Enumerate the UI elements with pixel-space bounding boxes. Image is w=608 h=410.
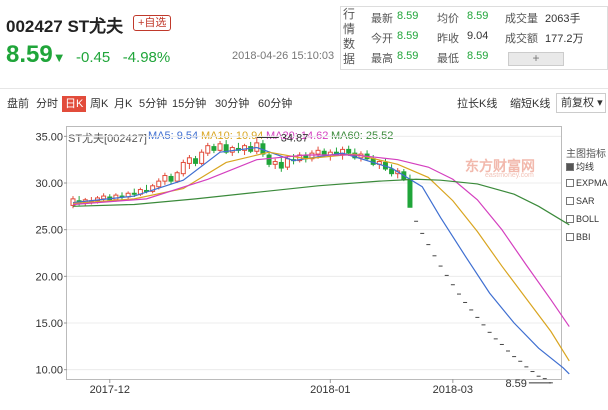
candle-body: [389, 168, 395, 175]
kline-chart: 35.00 30.00 25.00 20.00 15.00 10.00 2017-12 201…: [35, 131, 570, 396]
candle-body: [217, 143, 223, 151]
candle-body: [131, 192, 137, 195]
ma-line-ma10: [72, 151, 570, 362]
x-tick-label: 2017-12: [90, 384, 130, 396]
candle-body: [168, 175, 174, 182]
candle-body: [407, 178, 413, 208]
last-marker-label: 8.59: [505, 378, 526, 390]
candle-body: [272, 161, 278, 165]
ma-line-ma5: [72, 146, 570, 375]
candle-body: [315, 149, 321, 155]
y-tick-label: 10.00: [35, 365, 63, 377]
candle-body: [101, 195, 107, 200]
ma-line-ma20: [72, 154, 570, 327]
y-tick-label: 25.00: [35, 225, 63, 237]
y-tick-label: 20.00: [35, 271, 63, 283]
x-tick-label: 2018-03: [433, 384, 473, 396]
candle-body: [162, 175, 168, 182]
candle-body: [266, 154, 272, 165]
candle-body: [278, 161, 284, 169]
candle-body: [193, 158, 199, 164]
y-tick-label: 35.00: [35, 131, 63, 143]
candle-body: [205, 145, 211, 154]
candle-body: [156, 180, 162, 188]
x-tick-label: 2018-01: [310, 384, 350, 396]
candle-body: [346, 148, 352, 154]
candle-body: [186, 157, 192, 164]
candle-body: [211, 146, 217, 151]
candle-body: [199, 151, 205, 164]
candle-body: [284, 158, 290, 168]
high-marker-label: 34.87: [281, 133, 309, 145]
ma-line-ma60: [72, 178, 570, 226]
candle-body: [180, 161, 186, 175]
y-tick-label: 30.00: [35, 178, 63, 190]
candle-body: [174, 172, 180, 182]
y-tick-label: 15.00: [35, 318, 63, 330]
